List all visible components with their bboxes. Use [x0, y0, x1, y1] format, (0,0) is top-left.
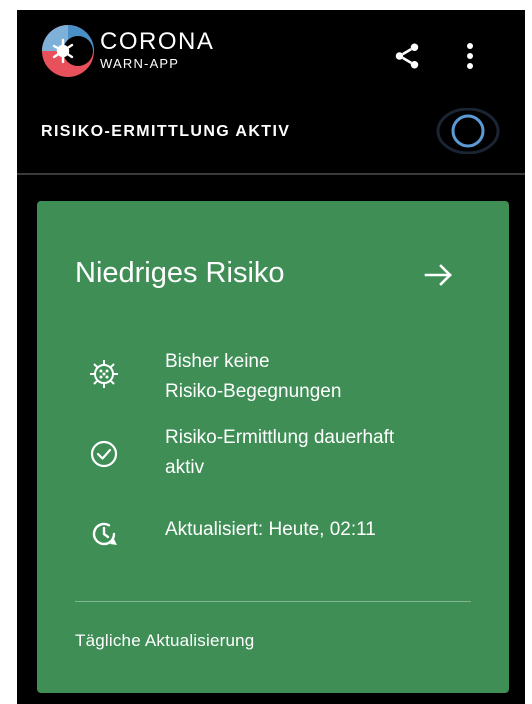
risk-card[interactable]: Niedriges Risiko Bisher keine Risiko-Beg…: [37, 201, 509, 693]
arrow-right-icon[interactable]: [423, 261, 455, 289]
tracing-active-ring-icon[interactable]: [435, 108, 501, 154]
risk-row-line: Aktualisiert: Heute, 02:11: [165, 519, 376, 540]
risk-row-line: aktiv: [165, 457, 205, 478]
more-options-button[interactable]: [455, 38, 485, 74]
app-subtitle: WARN-APP: [100, 56, 180, 71]
card-divider: [75, 601, 471, 602]
tracing-status-label: RISIKO-ERMITTLUNG AKTIV: [41, 123, 291, 140]
risk-row-line: Risiko-Begegnungen: [165, 381, 342, 402]
risk-card-title: Niedriges Risiko: [75, 257, 285, 289]
risk-row-line: Risiko-Ermittlung dauerhaft: [165, 427, 395, 448]
header-divider: [17, 173, 525, 175]
update-interval-label: Tägliche Aktualisierung: [75, 631, 255, 650]
clock-refresh-icon: [92, 522, 117, 546]
app-screen: CORONA WARN-APP RISIKO-ERMITTLUNG AKTIV: [17, 10, 525, 704]
app-name: CORONA: [100, 28, 215, 55]
risk-row-text: Risiko-Ermittlung dauerhaft aktiv: [165, 423, 465, 483]
more-vert-icon: [467, 43, 473, 69]
risk-row-text: Aktualisiert: Heute, 02:11: [165, 515, 465, 545]
check-circle-icon: [90, 440, 118, 468]
risk-row-text: Bisher keine Risiko-Begegnungen: [165, 347, 465, 407]
share-icon: [395, 43, 419, 69]
corona-warn-app-logo: [42, 25, 94, 77]
risk-row-line: Bisher keine: [165, 351, 270, 372]
share-button[interactable]: [389, 38, 425, 74]
virus-icon: [90, 360, 118, 388]
brand: CORONA WARN-APP: [100, 29, 214, 72]
